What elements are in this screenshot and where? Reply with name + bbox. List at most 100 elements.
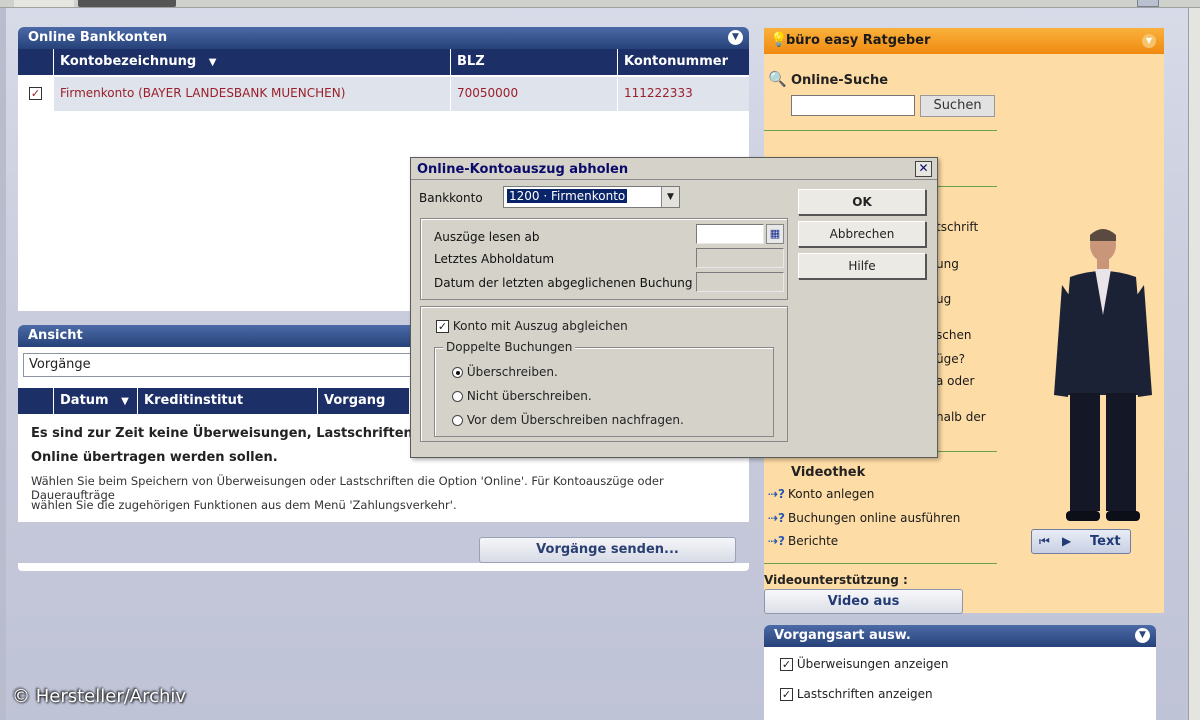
- empty-message-bold-2: Online übertragen werden sollen.: [31, 450, 278, 465]
- column-datum[interactable]: Datum ▼: [54, 388, 138, 414]
- video-link-buchungen[interactable]: ⇢? Buchungen online ausführen: [768, 511, 960, 525]
- collapse-icon[interactable]: ▼: [1135, 628, 1150, 643]
- kontoauszug-dialog: Online-Kontoauszug abholen ✕ Bankkonto 1…: [410, 157, 938, 458]
- play-icon[interactable]: ▶: [1062, 534, 1071, 548]
- chevron-down-icon[interactable]: ▼: [661, 187, 679, 207]
- hilfe-button[interactable]: Hilfe: [798, 253, 926, 279]
- radio-selected[interactable]: [452, 367, 463, 378]
- ratgeber-header: 💡 büro easy Ratgeber ▼: [764, 28, 1164, 54]
- letztes-abholdatum-label: Letztes Abholdatum: [434, 252, 555, 266]
- table-row-checkbox[interactable]: ✓: [18, 77, 54, 111]
- video-icon: ⇢?: [768, 487, 786, 501]
- ratgeber-link-partial[interactable]: üge?: [936, 352, 965, 366]
- ratgeber-link-partial[interactable]: tschrift: [936, 220, 978, 234]
- radio[interactable]: [452, 415, 463, 426]
- divider: [764, 563, 997, 564]
- video-link-berichte[interactable]: ⇢? Berichte: [768, 534, 838, 548]
- search-button[interactable]: Suchen: [920, 95, 995, 117]
- left-frame: [0, 8, 6, 720]
- video-link-konto-anlegen[interactable]: ⇢? Konto anlegen: [768, 487, 874, 501]
- window-button[interactable]: [1137, 0, 1159, 7]
- checkbox[interactable]: ✓: [780, 688, 793, 701]
- abbrechen-button[interactable]: Abbrechen: [798, 221, 926, 247]
- video-player-controls: ⏮ ▶ Text: [1031, 529, 1131, 554]
- videounterstuetzung-label: Videounterstützung :: [764, 573, 908, 587]
- dialog-titlebar: Online-Kontoauszug abholen ✕: [411, 158, 937, 180]
- watermark: © Hersteller/Archiv: [12, 686, 187, 707]
- radio-ueberschreiben[interactable]: Überschreiben.: [452, 365, 558, 379]
- empty-message-bold-1: Es sind zur Zeit keine Überweisungen, La…: [31, 426, 457, 441]
- row-checkbox[interactable]: ✓: [29, 87, 42, 100]
- top-bar: [0, 0, 1200, 8]
- lightbulb-icon: 💡: [770, 32, 788, 48]
- bankkonto-select[interactable]: 1200 · Firmenkonto ▼: [503, 186, 680, 208]
- letztes-abholdatum-field: [696, 248, 784, 268]
- column-blz[interactable]: BLZ: [451, 49, 618, 75]
- column-kontonummer[interactable]: Kontonummer: [618, 49, 749, 75]
- datum-abgeglichen-label: Datum der letzten abgeglichenen Buchung: [434, 276, 693, 290]
- dialog-title: Online-Kontoauszug abholen: [417, 162, 629, 177]
- option-lastschriften[interactable]: ✓ Lastschriften anzeigen: [780, 687, 933, 701]
- search-icon: 🔍: [768, 70, 787, 88]
- vorgangsart-header: Vorgangsart ausw. ▼: [764, 625, 1156, 647]
- checkbox[interactable]: ✓: [780, 658, 793, 671]
- doppelte-buchungen-label: Doppelte Buchungen: [443, 340, 576, 354]
- ratgeber-link-partial[interactable]: a oder: [936, 374, 974, 388]
- column-kontobezeichnung[interactable]: Kontobezeichnung ▼: [54, 49, 451, 75]
- cell-blz[interactable]: 70050000: [451, 77, 618, 111]
- calendar-icon[interactable]: ▦: [766, 224, 784, 244]
- vorgaenge-senden-button[interactable]: Vorgänge senden...: [479, 537, 736, 563]
- ok-button[interactable]: OK: [798, 189, 926, 215]
- online-tab[interactable]: [14, 0, 74, 7]
- bankkonto-label: Bankkonto: [419, 191, 483, 205]
- sort-down-icon: ▼: [121, 396, 129, 407]
- close-icon[interactable]: ✕: [915, 161, 932, 177]
- bankkonten-header: Online Bankkonten ▼: [18, 27, 749, 49]
- bankkonten-title: Online Bankkonten: [28, 30, 168, 45]
- cell-kontonummer[interactable]: 111222333: [618, 77, 749, 111]
- collapse-icon[interactable]: ▼: [728, 30, 743, 45]
- radio-nachfragen[interactable]: Vor dem Überschreiben nachfragen.: [452, 413, 684, 427]
- video-icon: ⇢?: [768, 511, 786, 525]
- skip-back-icon[interactable]: ⏮: [1039, 534, 1050, 549]
- online-suche-label: Online-Suche: [791, 73, 889, 88]
- vorgangsart-body: ✓ Überweisungen anzeigen ✓ Lastschriften…: [764, 647, 1156, 720]
- vorgangsart-panel: Vorgangsart ausw. ▼ ✓ Überweisungen anze…: [764, 625, 1156, 720]
- onlinebanking-tab[interactable]: [78, 0, 176, 7]
- ansicht-select[interactable]: Vorgänge: [23, 353, 423, 377]
- search-input[interactable]: [791, 95, 915, 116]
- divider: [936, 451, 997, 452]
- abgleich-group: ✓ Konto mit Auszug abgleichen Doppelte B…: [420, 306, 788, 442]
- ratgeber-link-partial[interactable]: schen: [936, 328, 971, 342]
- ansicht-footer: [18, 563, 749, 571]
- video-aus-button[interactable]: Video aus: [764, 589, 963, 614]
- auszuege-group: Auszüge lesen ab ▦ Letztes Abholdatum Da…: [420, 218, 788, 300]
- option-ueberweisungen[interactable]: ✓ Überweisungen anzeigen: [780, 657, 949, 671]
- checkbox-column-header: [18, 49, 54, 75]
- radio-nicht-ueberschreiben[interactable]: Nicht überschreiben.: [452, 389, 592, 403]
- video-icon: ⇢?: [768, 534, 786, 548]
- column-vorgang[interactable]: Vorgang: [318, 388, 410, 414]
- auszuege-label: Auszüge lesen ab: [434, 230, 540, 244]
- ratgeber-link-partial[interactable]: ug: [936, 292, 951, 306]
- sort-down-icon: ▼: [208, 57, 217, 68]
- empty-message-line-2: wählen Sie die zugehörigen Funktionen au…: [31, 498, 457, 512]
- auszuege-date-input[interactable]: [696, 224, 764, 244]
- abgleichen-checkbox-row[interactable]: ✓ Konto mit Auszug abgleichen: [436, 319, 628, 333]
- ratgeber-link-partial[interactable]: nalb der: [936, 410, 986, 424]
- text-button[interactable]: Text: [1090, 534, 1121, 549]
- right-scrollbar[interactable]: [1188, 8, 1200, 720]
- abgleichen-checkbox[interactable]: ✓: [436, 320, 449, 333]
- vorgangsart-title: Vorgangsart ausw.: [774, 628, 911, 643]
- cell-kontobezeichnung[interactable]: Firmenkonto (BAYER LANDESBANK MUENCHEN): [54, 77, 451, 111]
- radio[interactable]: [452, 391, 463, 402]
- ratgeber-link-partial[interactable]: ung: [936, 257, 959, 271]
- divider: [764, 130, 997, 131]
- ratgeber-title: büro easy Ratgeber: [786, 33, 931, 48]
- ansicht-title: Ansicht: [28, 328, 83, 343]
- videothek-label: Videothek: [791, 465, 866, 480]
- column-kreditinstitut[interactable]: Kreditinstitut: [138, 388, 318, 414]
- datum-abgeglichen-field: [696, 272, 784, 292]
- collapse-icon[interactable]: ▼: [1142, 34, 1156, 48]
- presenter-video: [1050, 225, 1160, 525]
